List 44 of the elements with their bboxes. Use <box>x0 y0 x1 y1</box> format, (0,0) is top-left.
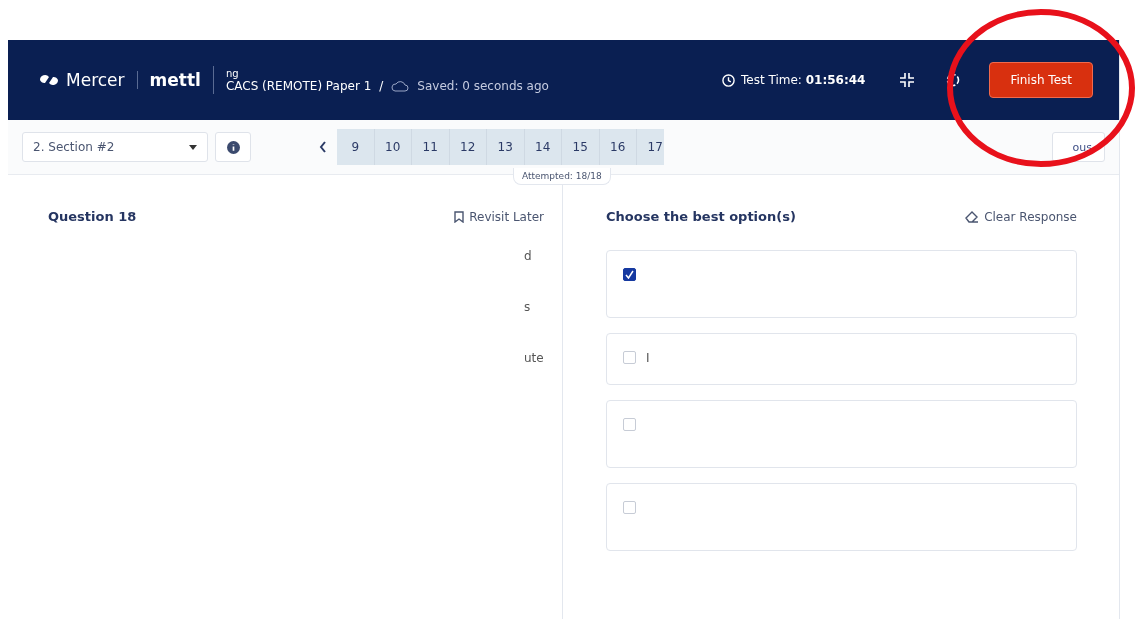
brand-name: Mercer <box>66 70 125 90</box>
user-name: ng <box>225 67 240 79</box>
eraser-icon <box>965 210 980 223</box>
answer-prompt: Choose the best option(s) <box>606 209 796 224</box>
question-number-tab[interactable]: 12 <box>449 129 487 165</box>
answer-option[interactable]: I <box>606 333 1077 385</box>
question-number-tab[interactable]: 13 <box>487 129 525 165</box>
question-number-tab[interactable]: 15 <box>562 129 600 165</box>
checkbox[interactable] <box>623 268 636 281</box>
question-number-tab[interactable]: 9 <box>337 129 375 165</box>
question-title: Question 18 <box>48 209 137 224</box>
question-number-tab[interactable]: 11 <box>412 129 450 165</box>
revisit-later-link[interactable]: Revisit Later <box>454 209 544 224</box>
check-icon <box>625 270 634 279</box>
clear-response-link[interactable]: Clear Response <box>965 209 1077 224</box>
attempted-count: Attempted: 18/18 <box>513 168 611 185</box>
question-number-tab[interactable]: 16 <box>599 129 637 165</box>
question-number-tab[interactable]: 17 <box>637 129 664 165</box>
previous-arrow[interactable] <box>319 141 327 153</box>
collapse-icon[interactable] <box>899 72 916 88</box>
test-timer: Test Time: 01:56:44 <box>741 73 866 87</box>
logo-icon <box>38 73 60 87</box>
chevron-left-icon <box>319 141 327 153</box>
settings-icon[interactable] <box>945 72 962 88</box>
bookmark-icon <box>454 210 465 223</box>
answer-option[interactable] <box>606 483 1077 551</box>
question-text: s <box>524 300 532 314</box>
test-name: CACS (REMOTE) Paper 1 <box>225 78 372 93</box>
info-icon <box>226 140 240 154</box>
info-button[interactable] <box>215 132 251 162</box>
finish-test-button[interactable]: Finish Test <box>989 62 1093 98</box>
clock-icon <box>722 73 735 87</box>
product-name: mettl <box>149 70 201 90</box>
answer-option[interactable] <box>606 400 1077 468</box>
section-dropdown[interactable]: 2. Section #2 <box>22 132 208 162</box>
cloud-icon <box>391 79 410 92</box>
caret-icon <box>189 144 197 150</box>
question-number-tab[interactable]: 14 <box>524 129 562 165</box>
saved-status: Saved: 0 seconds ago <box>417 78 549 93</box>
option-text: I <box>646 351 650 365</box>
question-text: ute <box>524 351 544 365</box>
breadcrumb-separator: / <box>379 78 384 93</box>
question-text: d <box>524 249 533 263</box>
question-number-tab[interactable]: 10 <box>374 129 412 165</box>
